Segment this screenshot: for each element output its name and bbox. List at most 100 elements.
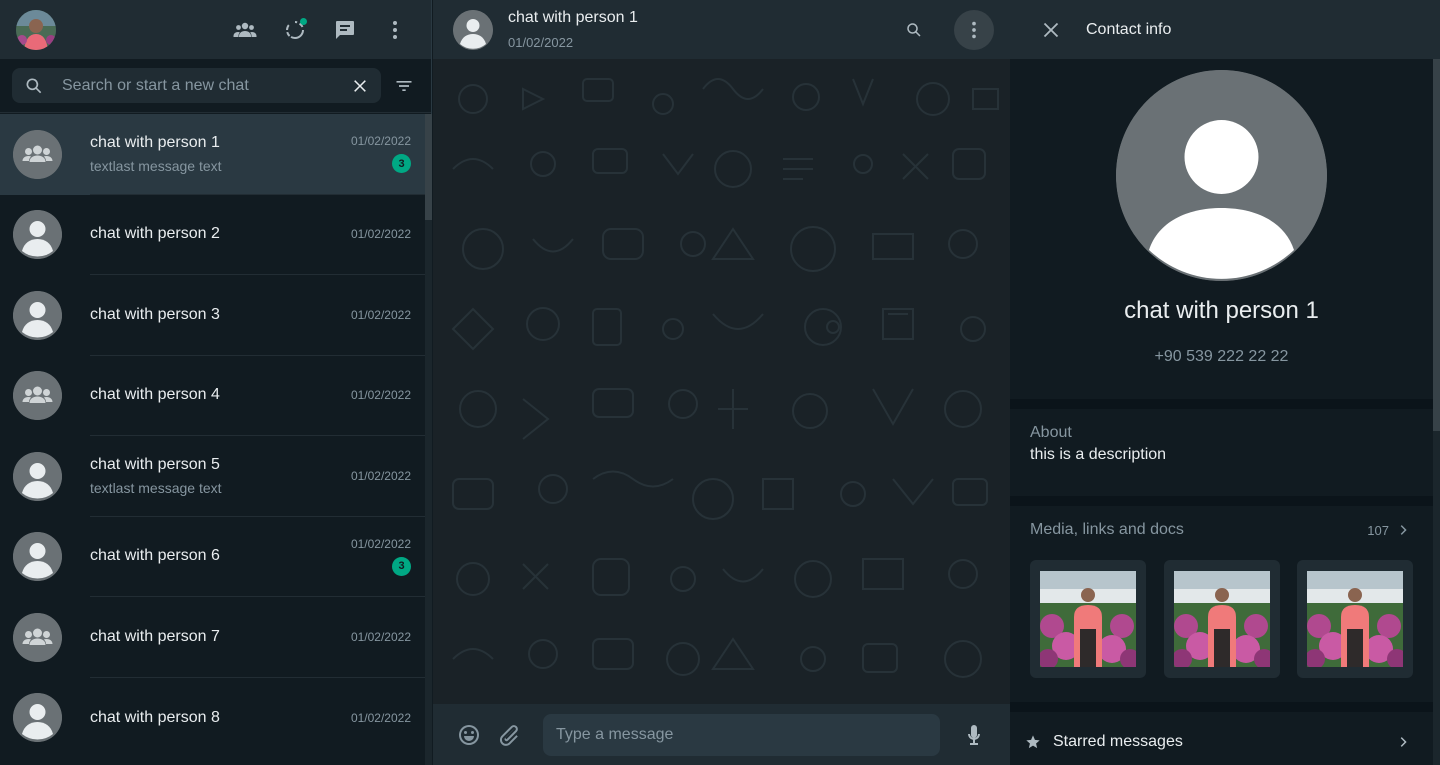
more-vertical-icon (393, 20, 397, 39)
chat-item-texts: chat with person 1 textlast message text (90, 114, 351, 194)
person-avatar (13, 532, 62, 582)
contact-info-scrollbar[interactable] (1433, 59, 1440, 765)
chat-list-item[interactable]: chat with person 4 01/02/2022 (0, 356, 425, 436)
conversation-title: chat with person 1 01/02/2022 (508, 9, 874, 50)
conversation-panel: chat with person 1 01/02/2022 (433, 0, 1010, 765)
emoji-button[interactable] (449, 715, 489, 755)
profile-picture[interactable] (1116, 70, 1327, 281)
chat-time: 01/02/2022 (350, 710, 411, 725)
chat-item-texts: chat with person 2 (90, 195, 351, 275)
chat-list-item[interactable]: chat with person 2 01/02/2022 (0, 195, 425, 275)
person-default-icon (13, 290, 62, 340)
person-default-icon (13, 451, 62, 501)
contact-info-title: Contact info (1086, 20, 1172, 38)
chat-item-meta: 01/02/2022 (351, 436, 411, 516)
status-button[interactable] (275, 10, 315, 50)
clear-search-icon[interactable] (351, 77, 369, 95)
starred-messages-label: Starred messages (1053, 733, 1183, 750)
contact-name: chat with person 1 (1124, 297, 1319, 324)
person-default-icon (13, 693, 62, 743)
sidebar-menu-button[interactable] (375, 10, 415, 50)
chat-time: 01/02/2022 (350, 307, 411, 322)
conversation-avatar[interactable] (453, 9, 493, 50)
chat-item-meta: 01/02/2022 (351, 597, 411, 677)
paperclip-icon (499, 724, 518, 746)
chat-item-texts: chat with person 4 (90, 356, 351, 436)
chat-time: 01/02/2022 (350, 468, 411, 483)
chat-item-meta: 01/02/2022 (351, 356, 411, 436)
chat-list-item[interactable]: chat with person 6 01/02/2022 3 (0, 517, 425, 597)
chat-list-item[interactable]: chat with person 7 01/02/2022 (0, 597, 425, 678)
more-vertical-icon (972, 21, 976, 38)
chat-item-body: chat with person 4 01/02/2022 (90, 356, 425, 436)
person-avatar (13, 451, 62, 501)
chat-item-meta: 01/02/2022 (351, 195, 411, 275)
group-avatar (13, 612, 62, 662)
group-default-icon (13, 371, 62, 421)
chat-list: chat with person 1 textlast message text… (0, 114, 425, 765)
media-thumbnail[interactable] (1030, 560, 1146, 678)
conversation-header[interactable]: chat with person 1 01/02/2022 (433, 0, 1010, 59)
photo-thumbnail (1040, 571, 1136, 667)
search-box (12, 68, 381, 103)
media-grid (1030, 560, 1413, 678)
media-section: Media, links and docs 107 (1010, 506, 1433, 702)
chat-item-body: chat with person 8 01/02/2022 (90, 678, 425, 759)
close-icon (1043, 22, 1059, 37)
emoji-icon (459, 724, 479, 745)
filter-icon (396, 80, 412, 91)
chat-name: chat with person 1 (90, 133, 220, 151)
media-thumbnail[interactable] (1297, 560, 1413, 678)
communities-button[interactable] (225, 10, 265, 50)
chevron-right-icon (1400, 525, 1407, 535)
filter-unread-button[interactable] (389, 71, 419, 101)
message-composer (433, 704, 1010, 765)
about-section: About this is a description (1010, 409, 1433, 496)
group-default-icon (13, 612, 62, 662)
scrollbar-thumb[interactable] (425, 114, 432, 220)
chat-item-body: chat with person 2 01/02/2022 (90, 195, 425, 275)
chat-name: chat with person 8 (90, 708, 220, 726)
conversation-subtitle: 01/02/2022 (508, 35, 574, 50)
contact-info-content: chat with person 1 +90 539 222 22 22 Abo… (1010, 59, 1433, 765)
my-avatar[interactable] (16, 9, 56, 50)
media-header[interactable]: Media, links and docs 107 (1030, 520, 1413, 540)
about-label: About (1030, 424, 1072, 441)
search-input[interactable] (62, 76, 351, 95)
contact-info-panel: Contact info chat with person 1 +90 539 … (1010, 0, 1440, 765)
close-contact-info-button[interactable] (1036, 15, 1066, 45)
chat-last-message: textlast message text (90, 479, 222, 496)
message-input[interactable] (543, 713, 940, 756)
search-messages-button[interactable] (894, 10, 934, 50)
chat-name: chat with person 3 (90, 305, 220, 323)
chat-time: 01/02/2022 (350, 629, 411, 644)
chat-list-item[interactable]: chat with person 1 textlast message text… (0, 114, 425, 195)
person-avatar (13, 290, 62, 340)
unread-badge: 3 (392, 154, 411, 174)
search-icon (907, 22, 921, 37)
conversation-menu-button[interactable] (954, 9, 994, 50)
starred-messages-row[interactable]: Starred messages (1010, 712, 1433, 765)
chat-list-item[interactable]: chat with person 8 01/02/2022 (0, 678, 425, 759)
media-thumbnail[interactable] (1163, 560, 1280, 678)
scrollbar-thumb[interactable] (1433, 59, 1440, 431)
chat-list-item[interactable]: chat with person 5 textlast message text… (0, 436, 425, 517)
person-avatar (13, 693, 62, 743)
attach-button[interactable] (489, 715, 529, 755)
chat-last-message: textlast message text (90, 157, 222, 174)
chat-item-meta: 01/02/2022 3 (351, 517, 411, 597)
group-default-icon (13, 129, 62, 179)
media-label: Media, links and docs (1030, 521, 1184, 538)
person-default-icon (1116, 70, 1327, 281)
microphone-icon (968, 724, 980, 745)
chat-list-scrollbar[interactable] (425, 114, 432, 765)
photo-thumbnail (1307, 571, 1403, 667)
search-icon (26, 78, 42, 93)
person-default-icon (13, 532, 62, 582)
new-chat-button[interactable] (325, 10, 365, 50)
group-avatar (13, 129, 62, 179)
chevron-right-icon (1400, 737, 1407, 747)
voice-message-button[interactable] (954, 715, 994, 755)
new-chat-icon (336, 20, 354, 39)
chat-list-item[interactable]: chat with person 3 01/02/2022 (0, 275, 425, 356)
